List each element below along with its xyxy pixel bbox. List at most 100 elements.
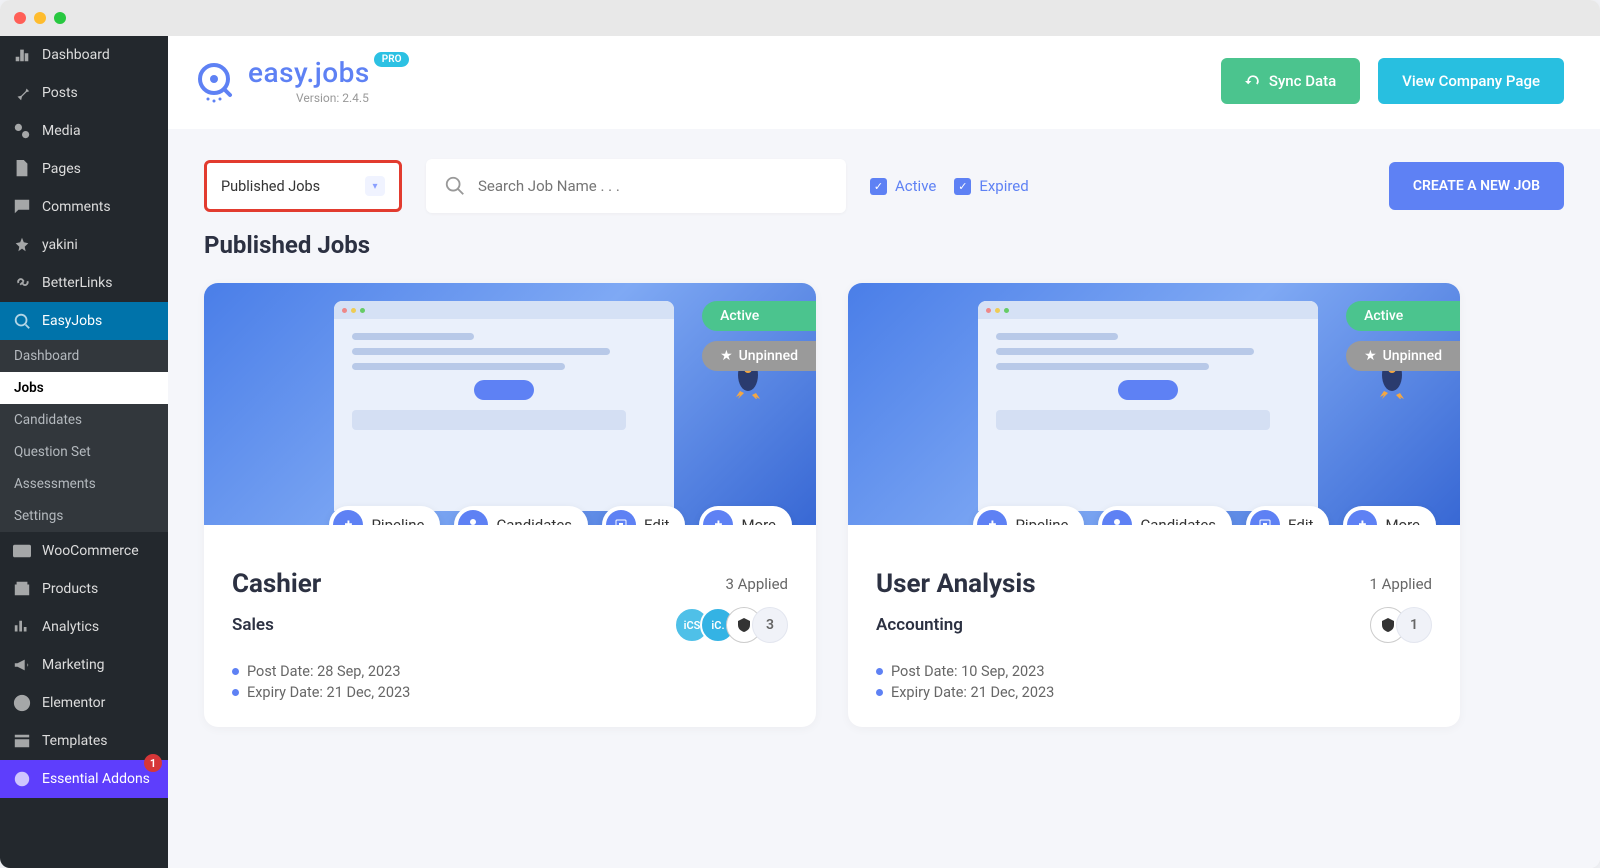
search-input[interactable] xyxy=(478,177,828,195)
view-company-button[interactable]: View Company Page xyxy=(1378,58,1564,104)
label: BetterLinks xyxy=(42,275,112,291)
sub-dashboard[interactable]: Dashboard xyxy=(0,340,168,372)
sidebar-item-products[interactable]: Products xyxy=(0,570,168,608)
star-icon: ★ xyxy=(720,348,733,364)
label: Templates xyxy=(42,733,108,749)
candidates-button[interactable]: Candidates xyxy=(1098,506,1232,525)
label: Unpinned xyxy=(739,348,798,364)
checkbox-checked-icon: ✓ xyxy=(870,178,887,195)
sidebar-item-marketing[interactable]: Marketing xyxy=(0,646,168,684)
sub-jobs[interactable]: Jobs xyxy=(0,372,168,404)
job-category: Accounting xyxy=(876,615,963,635)
plus-icon: + xyxy=(1347,510,1377,525)
label: Posts xyxy=(42,85,78,101)
expired-checkbox[interactable]: ✓ Expired xyxy=(954,177,1028,195)
templates-icon xyxy=(12,731,32,751)
plugin-icon xyxy=(12,235,32,255)
sub-assessments[interactable]: Assessments xyxy=(0,468,168,500)
avatar-count: 3 xyxy=(752,607,788,643)
job-thumbnail: Active ★ Unpinned +Pipeline Candidates E… xyxy=(204,283,816,525)
megaphone-icon xyxy=(12,655,32,675)
content-area: easy.jobs PRO Version: 2.4.5 Sync Data V… xyxy=(168,36,1600,868)
search-box[interactable] xyxy=(426,159,846,213)
sub-candidates[interactable]: Candidates xyxy=(0,404,168,436)
sidebar-item-posts[interactable]: Posts xyxy=(0,74,168,112)
active-checkbox[interactable]: ✓ Active xyxy=(870,177,936,195)
unpinned-chip[interactable]: ★ Unpinned xyxy=(702,341,816,371)
pro-badge: PRO xyxy=(374,52,410,67)
candidates-button[interactable]: Candidates xyxy=(454,506,588,525)
label: Sync Data xyxy=(1269,72,1336,90)
easyjobs-logo-icon xyxy=(192,59,236,103)
more-button[interactable]: +More xyxy=(1343,506,1436,525)
edit-button[interactable]: Edit xyxy=(1246,506,1329,525)
sidebar-item-dashboard[interactable]: Dashboard xyxy=(0,36,168,74)
applicant-avatars: iCS iC. 3 xyxy=(684,607,788,643)
bullet-icon xyxy=(232,668,239,675)
sidebar-item-woocommerce[interactable]: WooCommerce xyxy=(0,532,168,570)
label: EasyJobs xyxy=(42,313,102,329)
label: Media xyxy=(42,123,81,139)
bullet-icon xyxy=(876,668,883,675)
page-header: easy.jobs PRO Version: 2.4.5 Sync Data V… xyxy=(168,36,1600,129)
user-icon xyxy=(458,510,488,525)
sidebar-item-yakini[interactable]: yakini xyxy=(0,226,168,264)
sidebar-item-media[interactable]: Media xyxy=(0,112,168,150)
easyjobs-icon xyxy=(12,311,32,331)
sub-settings[interactable]: Settings xyxy=(0,500,168,532)
unpinned-chip[interactable]: ★ Unpinned xyxy=(1346,341,1460,371)
sync-data-button[interactable]: Sync Data xyxy=(1221,58,1360,104)
edit-icon xyxy=(606,510,636,525)
sidebar-item-easyjobs[interactable]: EasyJobs xyxy=(0,302,168,340)
media-icon xyxy=(12,121,32,141)
expiry-date: Expiry Date: 21 Dec, 2023 xyxy=(891,684,1054,701)
page-icon xyxy=(12,159,32,179)
macos-titlebar xyxy=(0,0,1600,36)
sub-question-set[interactable]: Question Set xyxy=(0,436,168,468)
sync-icon xyxy=(1245,73,1261,89)
dashboard-icon xyxy=(12,45,32,65)
sidebar-item-essential-addons[interactable]: Essential Addons 1 xyxy=(0,760,168,798)
maximize-window[interactable] xyxy=(54,12,66,24)
applicant-avatars: 1 xyxy=(1380,607,1432,643)
dropdown-value: Published Jobs xyxy=(221,178,320,195)
plus-icon: + xyxy=(333,510,363,525)
more-button[interactable]: +More xyxy=(699,506,792,525)
label: Active xyxy=(895,177,936,195)
sidebar-item-elementor[interactable]: Elementor xyxy=(0,684,168,722)
pipeline-button[interactable]: +Pipeline xyxy=(329,506,440,525)
edit-icon xyxy=(1250,510,1280,525)
version-text: Version: 2.4.5 xyxy=(296,91,409,105)
job-title: User Analysis xyxy=(876,569,1036,599)
label: Dashboard xyxy=(42,47,110,63)
job-title: Cashier xyxy=(232,569,321,599)
post-date: Post Date: 28 Sep, 2023 xyxy=(247,663,400,680)
edit-button[interactable]: Edit xyxy=(602,506,685,525)
label: Elementor xyxy=(42,695,105,711)
create-job-button[interactable]: CREATE A NEW JOB xyxy=(1389,162,1564,210)
sidebar-item-betterlinks[interactable]: BetterLinks xyxy=(0,264,168,302)
minimize-window[interactable] xyxy=(34,12,46,24)
avatar-count: 1 xyxy=(1396,607,1432,643)
pipeline-button[interactable]: +Pipeline xyxy=(973,506,1084,525)
notification-badge: 1 xyxy=(144,754,162,772)
job-status-dropdown[interactable]: Published Jobs ▾ xyxy=(204,160,402,212)
logo-text: easy.jobs xyxy=(248,56,370,89)
close-window[interactable] xyxy=(14,12,26,24)
job-card: Active ★ Unpinned +Pipeline Candidates E… xyxy=(848,283,1460,727)
bullet-icon xyxy=(232,689,239,696)
logo-group: easy.jobs PRO Version: 2.4.5 xyxy=(192,56,409,105)
ea-icon xyxy=(12,769,32,789)
elementor-icon xyxy=(12,693,32,713)
label: WooCommerce xyxy=(42,543,139,559)
analytics-icon xyxy=(12,617,32,637)
sidebar-item-comments[interactable]: Comments xyxy=(0,188,168,226)
bullet-icon xyxy=(876,689,883,696)
sidebar-item-templates[interactable]: Templates xyxy=(0,722,168,760)
label: Pages xyxy=(42,161,81,177)
filter-row: Published Jobs ▾ ✓ Active ✓ Expired xyxy=(168,129,1600,213)
sidebar-item-pages[interactable]: Pages xyxy=(0,150,168,188)
wp-admin-sidebar: Dashboard Posts Media Pages Comments yak… xyxy=(0,36,168,868)
sidebar-item-analytics[interactable]: Analytics xyxy=(0,608,168,646)
label: Products xyxy=(42,581,98,597)
